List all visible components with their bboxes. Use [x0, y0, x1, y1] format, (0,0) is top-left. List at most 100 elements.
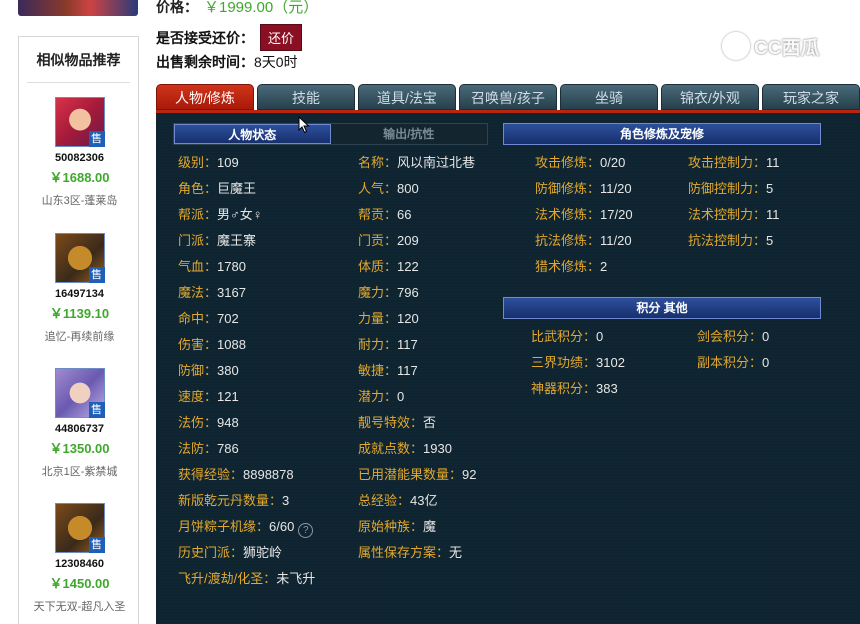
demon-king-avatar-icon[interactable]: 售 [54, 233, 105, 283]
stat-label: 抗法修炼： [535, 233, 601, 248]
stat-value: 2 [600, 259, 608, 274]
recommend-item[interactable]: 售 16497134 ￥1139.10 追忆-再续前缘 [19, 233, 140, 344]
item-price: ￥1139.10 [49, 306, 110, 321]
stat-value: 117 [397, 363, 418, 378]
recommend-item[interactable]: 售 50082306 ￥1688.00 山东3区-蓬莱岛 [19, 97, 140, 208]
stat-label: 命中： [178, 311, 218, 326]
item-id: 16497134 [55, 288, 104, 300]
stat-field: 新版乾元丹数量：3 [178, 492, 289, 510]
item-server: 天下无双-超凡入圣 [33, 601, 126, 613]
stat-field: 名称：风以南过北巷 [358, 154, 475, 172]
tab-skills[interactable]: 技能 [257, 84, 355, 110]
stat-field: 门派：魔王寨 [178, 232, 256, 250]
sidebar-title: 相似物品推荐 [27, 37, 130, 83]
item-server: 北京1区-紫禁城 [41, 466, 118, 478]
sell-badge: 售 [88, 131, 105, 147]
remaining-time-row: 出售剩余时间：8天0时 [156, 52, 298, 72]
remaining-time-value: 8天0时 [254, 54, 298, 70]
character-panel: 人物状态 输出/抗性 级别：109 角色：巨魔王 帮派：男♂女♀ 门派：魔王寨 气血：1… [156, 110, 860, 624]
price-value: ￥1999.00（元） [204, 0, 319, 16]
remaining-time-label: 出售剩余时间： [156, 54, 254, 70]
item-id: 44806737 [55, 423, 104, 435]
stat-field: 敏捷：117 [358, 362, 418, 380]
female-character-avatar-icon[interactable]: 售 [54, 97, 105, 147]
stat-label: 防御控制力： [688, 181, 767, 196]
stat-field: 气血：1780 [178, 258, 246, 276]
stat-value: 796 [397, 285, 419, 300]
tab-character[interactable]: 人物/修炼 [156, 84, 254, 110]
stat-label: 剑会积分： [697, 329, 763, 344]
stat-field: 攻击控制力：11 [688, 154, 780, 172]
stat-label: 属性保存方案： [358, 545, 450, 560]
stat-value: 8898878 [243, 467, 294, 482]
stat-label: 法防： [178, 441, 218, 456]
item-id: 50082306 [55, 152, 104, 164]
stat-value: 未飞升 [276, 571, 316, 586]
stat-field: 属性保存方案：无 [358, 544, 462, 562]
top-item-thumbnail[interactable] [18, 0, 138, 16]
stat-value: 121 [217, 389, 239, 404]
detail-tabs: 人物/修炼 技能 道具/法宝 召唤兽/孩子 坐骑 锦衣/外观 玩家之家 [156, 84, 860, 110]
bargain-button[interactable]: 还价 [260, 24, 303, 51]
stat-label: 门派： [178, 233, 218, 248]
stat-value: 948 [217, 415, 239, 430]
stat-value: 5 [766, 233, 774, 248]
stat-label: 速度： [178, 389, 218, 404]
tab-items[interactable]: 道具/法宝 [358, 84, 456, 110]
stat-value: 魔 [423, 519, 437, 534]
stat-field: 猎术修炼：2 [535, 258, 607, 276]
stat-label: 名称： [358, 155, 398, 170]
stat-value: 0/20 [600, 155, 626, 170]
tab-summons[interactable]: 召唤兽/孩子 [459, 84, 557, 110]
price-label: 价格： [156, 0, 198, 15]
stat-value: 92 [462, 467, 477, 482]
price-row: 价格： ￥1999.00（元） [156, 0, 318, 17]
points-header: 积分 其他 [503, 297, 821, 319]
stat-value: 11/20 [600, 181, 632, 196]
stat-label: 猎术修炼： [535, 259, 601, 274]
demon-king-avatar-icon[interactable]: 售 [54, 503, 105, 553]
recommend-item[interactable]: 售 12308460 ￥1450.00 天下无双-超凡入圣 [19, 503, 140, 614]
stat-label: 角色： [178, 181, 218, 196]
stat-field: 速度：121 [178, 388, 239, 406]
stat-field: 获得经验：8898878 [178, 466, 294, 484]
stat-field: 已用潜能果数量：92 [358, 466, 476, 484]
tab-mounts[interactable]: 坐骑 [560, 84, 658, 110]
bargain-row: 是否接受还价： 还价 [156, 24, 303, 51]
stat-field: 潜力：0 [358, 388, 404, 406]
stat-label: 获得经验： [178, 467, 244, 482]
stat-label: 潜力： [358, 389, 398, 404]
stat-field: 魔力：796 [358, 284, 419, 302]
stat-field: 比武积分：0 [531, 328, 603, 346]
stat-field: 原始种族：魔 [358, 518, 436, 536]
stat-label: 抗法控制力： [688, 233, 767, 248]
stat-label: 敏捷： [358, 363, 398, 378]
tab-appearance[interactable]: 锦衣/外观 [661, 84, 759, 110]
tab-player-home[interactable]: 玩家之家 [762, 84, 860, 110]
stat-label: 气血： [178, 259, 218, 274]
stat-value: 11 [766, 155, 780, 170]
stat-value: 117 [397, 337, 418, 352]
stat-field: 命中：702 [178, 310, 239, 328]
recommend-item[interactable]: 售 44806737 ￥1350.00 北京1区-紫禁城 [19, 368, 140, 479]
stat-field: 防御：380 [178, 362, 239, 380]
subtab-output-resistance[interactable]: 输出/抗性 [330, 124, 487, 144]
watermark: CC西瓜 [722, 30, 834, 62]
item-server: 追忆-再续前缘 [44, 331, 115, 343]
stat-value: 209 [397, 233, 419, 248]
stat-field: 法术控制力：11 [688, 206, 780, 224]
item-server: 山东3区-蓬莱岛 [41, 195, 118, 207]
purple-hair-character-avatar-icon[interactable]: 售 [54, 368, 105, 418]
help-icon[interactable]: ? [298, 523, 314, 538]
item-price: ￥1688.00 [49, 170, 110, 185]
cc-logo-icon [722, 32, 750, 60]
stat-field: 魔法：3167 [178, 284, 246, 302]
stat-field: 法防：786 [178, 440, 239, 458]
stat-field: 三界功绩：3102 [531, 354, 625, 372]
stat-value: 120 [397, 311, 419, 326]
bargain-label: 是否接受还价： [156, 29, 254, 46]
stat-field: 帮贡：66 [358, 206, 411, 224]
stat-field: 防御控制力：5 [688, 180, 773, 198]
sell-badge: 售 [88, 537, 105, 553]
stat-field: 耐力：117 [358, 336, 418, 354]
